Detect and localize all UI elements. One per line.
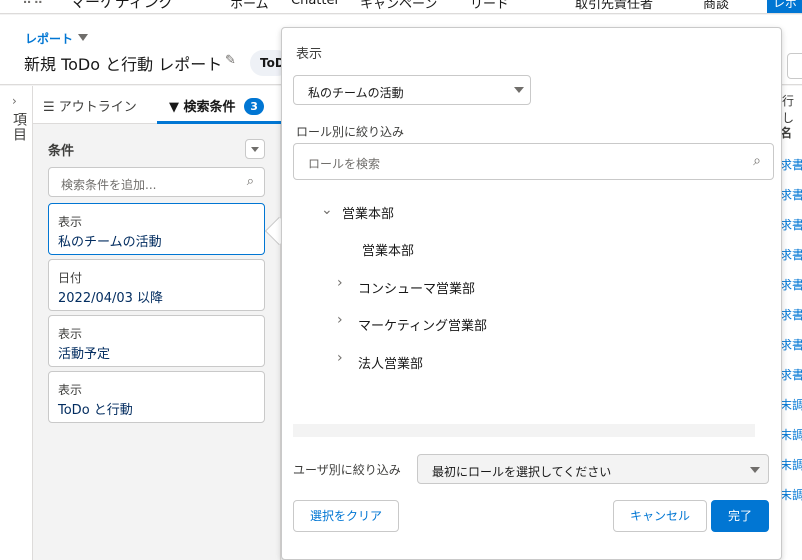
tab-filters[interactable]: ▼ 検索条件 3 [169,96,265,115]
filter-card-value: ToDo と行動 [58,403,133,418]
table-row[interactable]: 求書 [780,366,802,383]
clear-selection-button[interactable]: 選択をクリア [293,500,399,532]
role-filter-label: ロール別に絞り込み [296,125,405,139]
chevron-down-icon[interactable] [78,34,88,41]
table-row[interactable]: 求書 [780,246,802,263]
tree-item-marketing[interactable]: マーケティング営業部 [358,315,487,334]
breadcrumb[interactable]: レポート [25,30,73,47]
nav-item-reports[interactable]: レポ [767,0,802,13]
user-filter-value: 最初にロールを選択してください [432,465,612,479]
filter-card-value: 活動予定 [58,347,111,362]
filter-card-value: 2022/04/03 以降 [58,291,164,306]
app-launcher-icon[interactable]: ⠿⠿ [22,0,46,10]
table-row[interactable]: 末調 [780,396,802,413]
filter-card-value: 私のチームの活動 [58,235,162,250]
show-select-value: 私のチームの活動 [308,86,404,100]
table-row[interactable]: 末調 [780,486,802,503]
user-filter-select[interactable]: 最初にロールを選択してください [417,454,769,484]
filter-panel: ☰ アウトライン ▼ 検索条件 3 条件 検索条件を追加... ⌕ 表示 私のチ… [33,86,281,560]
tab-outline-label: アウトライン [58,100,137,115]
chevron-right-icon[interactable]: › [337,350,343,366]
cancel-button[interactable]: キャンセル [613,500,707,532]
search-icon: ⌕ [246,174,254,189]
table-row[interactable]: 求書 [780,306,802,323]
tab-outline[interactable]: ☰ アウトライン [43,96,137,115]
undo-button[interactable] [787,53,802,79]
tree-item-corporate[interactable]: 法人営業部 [358,353,423,372]
role-search-input[interactable]: ロールを検索 ⌕ [293,143,774,180]
conditions-heading: 条件 [48,144,75,159]
table-row[interactable]: 求書 [780,336,802,353]
table-row[interactable]: 求書 [780,276,802,293]
filter-card-show-scope[interactable]: 表示 私のチームの活動 [48,203,265,255]
filter-count-badge: 3 [244,98,265,115]
conditions-menu-button[interactable] [245,139,265,159]
nav-item-campaigns[interactable]: キャンペーン [360,0,437,12]
filter-card-show-status[interactable]: 表示 活動予定 [48,315,265,367]
table-row[interactable]: 求書 [780,156,802,173]
role-search-placeholder: ロールを検索 [308,157,381,171]
filter-icon: ▼ [169,100,179,115]
table-row[interactable]: 末調 [780,426,802,443]
tree-horizontal-scrollbar[interactable] [293,424,755,437]
nav-item-chatter[interactable]: Chatter [291,0,340,8]
pencil-icon[interactable]: ✎ [225,53,236,68]
chevron-down-icon [750,467,760,473]
chevron-right-icon[interactable]: › [337,275,343,291]
global-nav: ⠿⠿ マーケティング ホーム Chatter キャンペーン リード 取引先責任者… [0,0,802,14]
table-row[interactable]: 求書 [780,186,802,203]
table-row[interactable]: 末調 [780,456,802,473]
show-select[interactable]: 私のチームの活動 [293,75,531,105]
preview-header: 行し [782,94,795,125]
filter-card-key: 表示 [58,215,83,229]
chevron-down-icon [514,87,524,93]
filter-card-key: 表示 [58,327,83,341]
show-label: 表示 [296,47,323,62]
panel-tabs: ☰ アウトライン ▼ 検索条件 3 [33,86,281,124]
add-filter-search-input[interactable]: 検索条件を追加... ⌕ [48,167,265,197]
search-icon: ⌕ [753,153,761,169]
list-icon: ☰ [43,100,55,115]
user-filter-label: ユーザ別に絞り込み [293,463,401,477]
nav-item-contacts[interactable]: 取引先責任者 [575,0,653,12]
add-filter-placeholder: 検索条件を追加... [61,178,157,192]
filter-popover: 表示 私のチームの活動 ロール別に絞り込み ロールを検索 ⌕ ⌄ 営業本部 営業… [281,27,782,560]
table-row[interactable]: 求書 [780,216,802,233]
filter-card-show-type[interactable]: 表示 ToDo と行動 [48,371,265,423]
active-tab-indicator [157,121,281,124]
filter-card-key: 日付 [58,271,83,285]
tree-item-root-self[interactable]: 営業本部 [362,240,414,259]
nav-item-home[interactable]: ホーム [230,0,269,12]
chevron-down-icon[interactable]: ⌄ [321,202,333,218]
filter-card-key: 表示 [58,383,83,397]
fields-label[interactable]: 項目 [9,112,29,142]
filter-card-date[interactable]: 日付 2022/04/03 以降 [48,259,265,311]
tree-item-root[interactable]: 営業本部 [342,203,394,222]
done-button[interactable]: 完了 [711,500,769,532]
tree-item-consumer[interactable]: コンシューマ営業部 [358,278,475,297]
page-title: 新規 ToDo と行動 レポート [24,55,223,74]
nav-item-leads[interactable]: リード [470,0,509,12]
fields-sidebar: › 項目 [0,86,33,560]
role-tree: ⌄ 営業本部 営業本部 › コンシューマ営業部 › マーケティング営業部 › 法… [293,192,755,424]
chevron-right-icon[interactable]: › [12,94,17,108]
app-name: マーケティング [70,0,174,11]
tree-vertical-scrollbar[interactable] [755,192,774,437]
chevron-right-icon[interactable]: › [337,312,343,328]
nav-item-opportunities[interactable]: 商談 [703,0,729,12]
tab-filters-label: 検索条件 [183,100,236,115]
